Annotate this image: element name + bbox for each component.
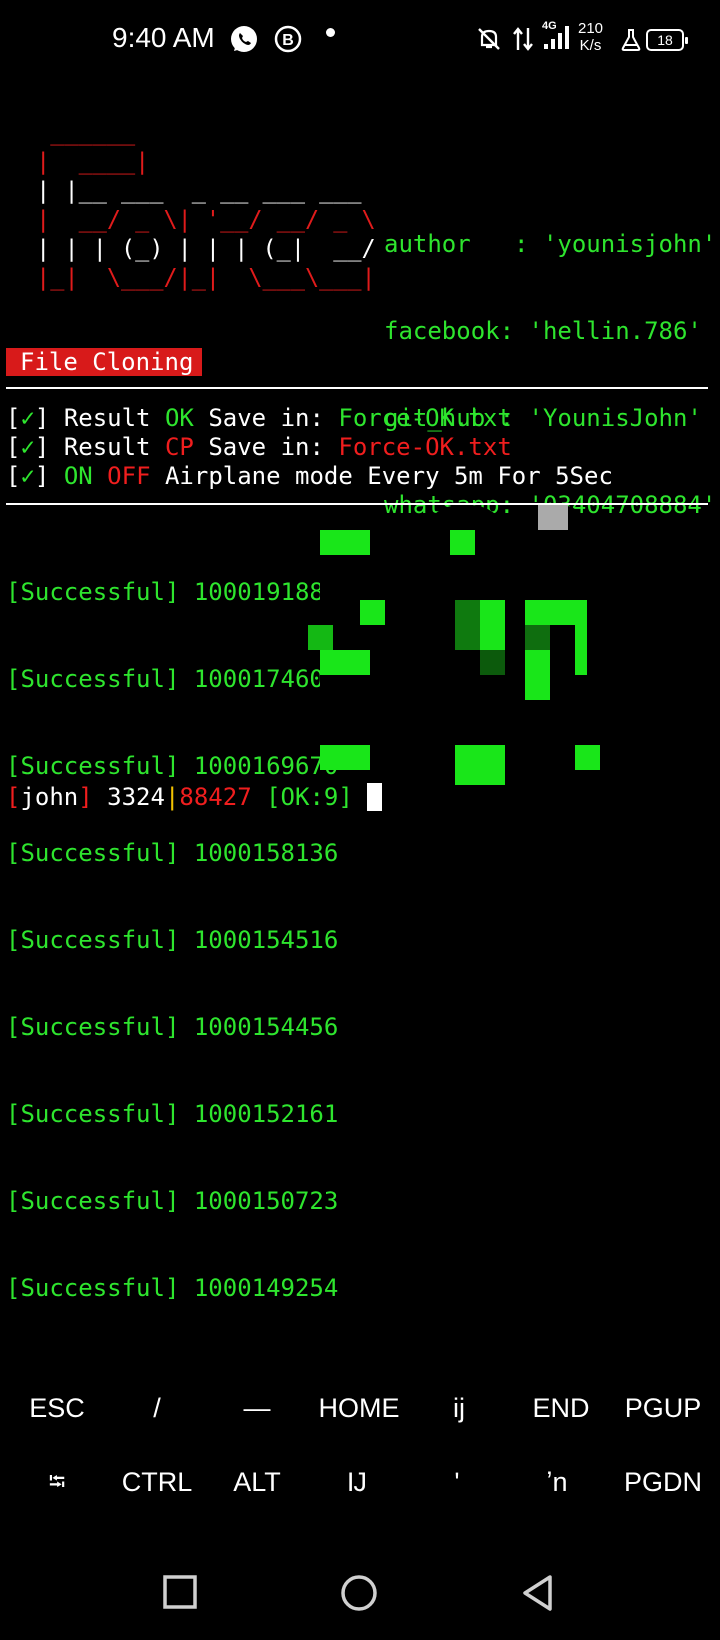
ok-file: Force-OK.txt [338, 404, 512, 432]
svg-text:B: B [282, 32, 294, 49]
status-time: 9:40 AM [112, 22, 215, 53]
pixelated-censor-overlay [308, 505, 610, 795]
divider-top [6, 387, 708, 389]
author-info: author : 'younisjohn' facebook: 'hellin.… [384, 172, 716, 549]
recents-square-icon[interactable] [162, 1574, 198, 1615]
prompt-count: 3324 [107, 783, 165, 811]
b-circle-icon: B [274, 25, 302, 58]
cp-tag: CP [164, 433, 194, 461]
facebook-line: facebook: 'hellin.786' [384, 317, 702, 345]
note-middle: Save in: [193, 433, 339, 461]
lab-flask-icon [620, 28, 642, 57]
airplane-note: Airplane mode Every 5m For 5Sec [150, 462, 613, 490]
note-middle: Save in: [193, 404, 339, 432]
note-prefix: Result [63, 404, 165, 432]
ok-tag: OK [164, 404, 194, 432]
extra-keys-row-1: ESC / — HOME ij END PGUP [0, 1388, 720, 1458]
result-row: [Successful] 1000174609 [6, 665, 339, 693]
result-row: [Successful] 1000150723 [6, 1187, 339, 1215]
bell-off-icon [476, 26, 502, 57]
dash-key[interactable]: — [206, 1388, 308, 1428]
file-cloning-banner: File Cloning [6, 348, 202, 376]
extra-keys-row-2: ⭾ CTRL ALT Ĳ ʹ ʼn PGDN [0, 1462, 720, 1532]
author-line: author : 'younisjohn' [384, 230, 717, 258]
data-arrows-icon [512, 26, 534, 57]
back-triangle-icon[interactable] [520, 1574, 556, 1617]
network-type-label: 4G [542, 20, 557, 32]
dot-icon [326, 28, 335, 37]
prompt-ok: [OK:9] [266, 783, 353, 811]
tab-key[interactable]: ⭾ [6, 1462, 108, 1502]
results-list: [Successful] 1000191883 [Successful] 100… [6, 520, 338, 1332]
slash-key[interactable]: / [106, 1388, 208, 1428]
result-row: [Successful] 1000158136 [6, 839, 339, 867]
prompt-user: john [20, 783, 79, 811]
whatsapp-icon [230, 25, 258, 58]
home-circle-icon[interactable] [340, 1574, 378, 1617]
navigation-bar [0, 1560, 720, 1630]
force-ascii-logo: ______ | ____| | |__ ___ _ __ ___ ___ | … [22, 118, 376, 291]
result-row: [Successful] 1000154516 [6, 926, 339, 954]
prime-key[interactable]: ʹ [406, 1462, 508, 1502]
pgup-key[interactable]: PGUP [612, 1388, 714, 1428]
result-row: [Successful] 1000149254 [6, 1274, 339, 1302]
text-cursor [366, 783, 382, 811]
speed-unit: K/s [579, 37, 602, 54]
check-icon: ✓ [20, 433, 35, 461]
apostrophe-n-key[interactable]: ʼn [506, 1462, 608, 1502]
ij-key[interactable]: ij [408, 1388, 510, 1428]
signal-icon: 4G [540, 20, 572, 57]
note-prefix: Result [63, 433, 165, 461]
check-icon: ✓ [20, 462, 35, 490]
off-label: OFF [107, 462, 151, 490]
result-row: [Successful] 1000152161 [6, 1100, 339, 1128]
result-row: [Successful] 1000191883 [6, 578, 339, 606]
result-row: [Successful] 1000169670 [6, 752, 339, 780]
pgdn-key[interactable]: PGDN [612, 1462, 714, 1502]
note-ok-line: [✓] Result OK Save in: Force-OK.txt [6, 404, 512, 432]
prompt-total: 88427 [179, 783, 252, 811]
ij-ligature-key[interactable]: Ĳ [306, 1462, 408, 1502]
shell-prompt[interactable]: [john] 3324|88427 [OK:9] [6, 783, 382, 812]
home-key[interactable]: HOME [308, 1388, 410, 1428]
result-row: [Successful] 1000154456 [6, 1013, 339, 1041]
network-speed: 210 K/s [578, 20, 603, 54]
end-key[interactable]: END [510, 1388, 612, 1428]
note-cp-line: [✓] Result CP Save in: Force-OK.txt [6, 433, 512, 461]
ctrl-key[interactable]: CTRL [106, 1462, 208, 1502]
note-airplane-line: [✓] ON OFF Airplane mode Every 5m For 5S… [6, 462, 613, 490]
cp-file: Force-OK.txt [338, 433, 512, 461]
on-label: ON [63, 462, 93, 490]
esc-key[interactable]: ESC [6, 1388, 108, 1428]
check-icon: ✓ [20, 404, 35, 432]
status-bar: 9:40 AM B 4G 210 K/s 18 [0, 0, 720, 80]
alt-key[interactable]: ALT [206, 1462, 308, 1502]
battery-icon: 18 [646, 29, 688, 51]
speed-value: 210 [578, 20, 604, 37]
